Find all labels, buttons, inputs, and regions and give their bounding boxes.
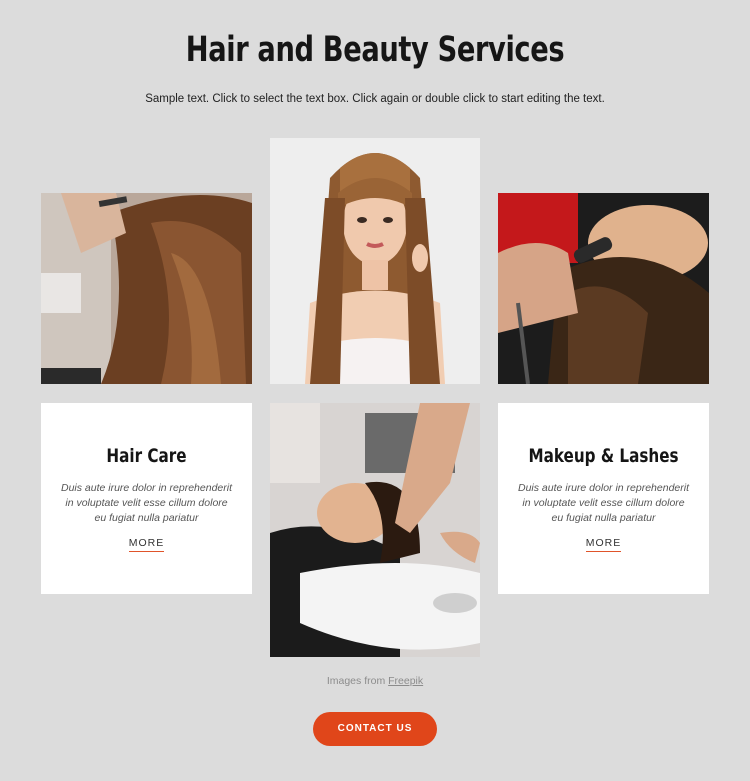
- card-title: Hair Care: [106, 445, 187, 467]
- page-subtitle: Sample text. Click to select the text bo…: [145, 93, 605, 105]
- credit-prefix: Images from: [326, 675, 386, 687]
- hair-care-card: Hair Care Duis aute irure dolor in repre…: [41, 403, 252, 594]
- card-description: Duis aute irure dolor in reprehenderit i…: [60, 482, 232, 524]
- makeup-lashes-card: Makeup & Lashes Duis aute irure dolor in…: [498, 403, 709, 594]
- card-description: Duis aute irure dolor in reprehenderit i…: [517, 482, 689, 524]
- makeup-lashes-more-link[interactable]: MORE: [585, 537, 622, 552]
- image-credit: Images from Freepik: [0, 675, 750, 687]
- contact-us-button[interactable]: CONTACT US: [313, 712, 437, 746]
- salon-sink-photo: [270, 403, 480, 657]
- woman-portrait-photo: [270, 138, 480, 384]
- hair-cutting-photo: [41, 193, 252, 384]
- page-title: Hair and Beauty Services: [185, 30, 565, 70]
- freepik-link[interactable]: Freepik: [388, 675, 423, 687]
- card-title: Makeup & Lashes: [528, 445, 679, 467]
- hair-care-more-link[interactable]: MORE: [128, 537, 165, 552]
- hair-washing-photo: [498, 193, 709, 384]
